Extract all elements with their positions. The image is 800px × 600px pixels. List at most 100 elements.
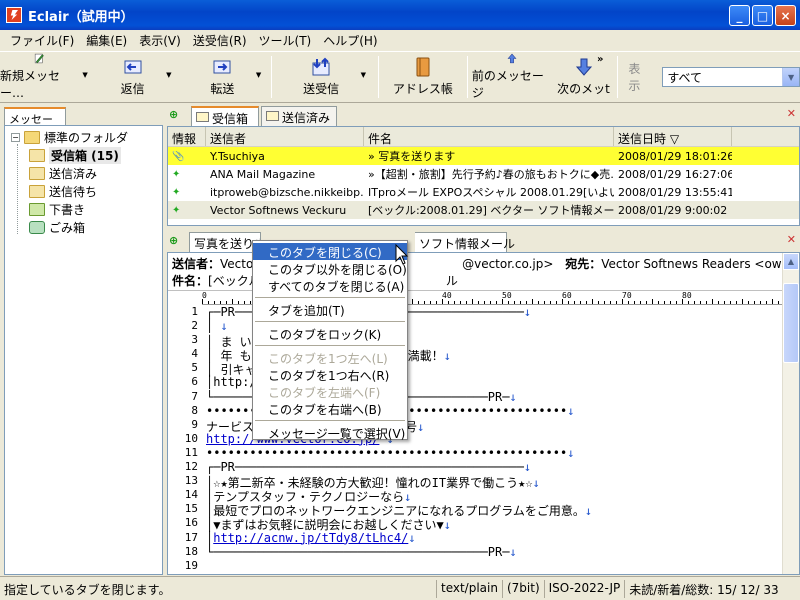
context-menu-item[interactable]: このタブを1つ右へ(R) xyxy=(253,366,407,383)
folder-tree: − 標準のフォルダ 受信箱 (15) 送信済み 送信待ち 下書き ごみ箱 xyxy=(4,125,163,575)
ruler-tick xyxy=(586,301,587,304)
folder-inbox[interactable]: 受信箱 (15) xyxy=(29,146,121,164)
close-tab-icon[interactable]: ✕ xyxy=(787,233,796,246)
folder-trash[interactable]: ごみ箱 xyxy=(29,218,85,236)
folder-drafts[interactable]: 下書き xyxy=(29,200,85,218)
chevron-down-icon[interactable]: ▼ xyxy=(782,68,800,86)
close-button[interactable]: × xyxy=(775,5,796,26)
next-message-button[interactable]: 次のメッt xyxy=(552,53,616,101)
column-subject[interactable]: 件名 xyxy=(364,127,614,146)
row-sender: Y.Tsuchiya xyxy=(210,149,265,163)
status-bar: 指定しているタブを閉じます。 text/plain (7bit) ISO-202… xyxy=(0,576,800,600)
sender-email: @vector.co.jp> xyxy=(462,257,554,271)
line-text: │http://acnw.jp/tTdy8/tLhc4/↓ xyxy=(206,530,416,545)
dropdown-arrow-icon[interactable]: ▼ xyxy=(166,71,171,79)
context-menu-item[interactable]: タブを追加(T) xyxy=(253,301,407,318)
tab-sent[interactable]: 送信済み xyxy=(261,106,337,126)
context-menu-item[interactable]: このタブを閉じる(C) xyxy=(253,243,407,260)
context-menu-item[interactable]: このタブを右端へ(B) xyxy=(253,400,407,417)
scroll-thumb[interactable] xyxy=(783,283,799,363)
envelope-icon xyxy=(266,111,279,121)
tab-context-menu: このタブを閉じる(C) このタブ以外を閉じる(O) すべてのタブを閉じる(A) タブを… xyxy=(252,240,408,441)
ruler-tick xyxy=(748,301,749,304)
column-sender[interactable]: 送信者 xyxy=(206,127,364,146)
menu-separator xyxy=(255,321,405,322)
ruler-tick xyxy=(436,301,437,304)
trash-icon xyxy=(29,220,45,234)
maximize-button[interactable]: □ xyxy=(752,5,773,26)
message-list-header: 情報 送信者 件名 送信日時 ▽ xyxy=(168,127,799,147)
context-menu-item[interactable]: メッセージ一覧で選択(V) xyxy=(253,424,407,441)
line-number: 13 xyxy=(184,474,198,488)
context-menu-item[interactable]: すべてのタブを閉じる(A) xyxy=(253,277,407,294)
body-line: 18 └─────────────────────────────────────… xyxy=(168,545,799,559)
menu-separator xyxy=(255,420,405,421)
ruler-tick xyxy=(610,301,611,304)
view-filter-select[interactable]: すべて ▼ xyxy=(662,67,800,87)
line-number: 20 xyxy=(168,573,198,574)
view-filter-label: 表示 xyxy=(628,62,641,93)
prev-message-button[interactable]: 前のメッセージ xyxy=(472,53,552,101)
ruler-tick xyxy=(466,301,467,304)
new-tab-icon[interactable]: ⊕ xyxy=(169,108,183,122)
menu-separator xyxy=(255,345,405,346)
collapse-icon[interactable]: − xyxy=(11,132,20,142)
tab-photo-message[interactable]: 写真を送りま xyxy=(189,232,261,252)
ruler-tick xyxy=(544,301,545,304)
ruler-tick xyxy=(712,299,713,304)
tab-messages[interactable]: メッセージ xyxy=(4,107,66,142)
row-sender: Vector Softnews Veckuru xyxy=(210,203,347,217)
reply-button[interactable]: 返信 ▼ xyxy=(88,53,178,101)
table-row[interactable]: ✦ itproweb@bizsche.nikkeibp... ITproメール … xyxy=(168,183,799,201)
toolbar-separator xyxy=(378,56,380,98)
folder-sent[interactable]: 送信済み xyxy=(29,164,97,182)
ruler-tick xyxy=(232,299,233,304)
tab-inbox[interactable]: 受信箱 xyxy=(191,106,259,126)
tab-inbox-label: 受信箱 xyxy=(212,112,249,126)
ruler-tick xyxy=(742,299,743,304)
ruler-tick xyxy=(628,301,629,304)
line-number: 15 xyxy=(184,502,198,516)
column-date[interactable]: 送信日時 ▽ xyxy=(614,127,732,146)
menu-tools[interactable]: ツール(T) xyxy=(253,30,318,51)
menu-help[interactable]: ヘルプ(H) xyxy=(317,30,383,51)
menu-file[interactable]: ファイル(F) xyxy=(4,30,80,51)
folder-label: 送信済み xyxy=(49,166,98,181)
table-row[interactable]: ✦ Vector Softnews Veckuru [ベックル:2008.01.… xyxy=(168,201,799,219)
scroll-up-icon[interactable]: ▲ xyxy=(783,253,799,270)
envelope-icon xyxy=(196,112,209,122)
table-row[interactable]: 📎 Y.Tsuchiya » 写真を送ります 2008/01/29 18:01:… xyxy=(168,147,799,165)
send-receive-button[interactable]: 送受信 ▼ xyxy=(276,53,366,101)
ruler-tick xyxy=(424,301,425,304)
ruler-tick xyxy=(244,301,245,304)
app-icon xyxy=(6,7,22,23)
message-list: 情報 送信者 件名 送信日時 ▽ 📎 Y.Tsuchiya » 写真を送ります … xyxy=(167,126,800,226)
context-menu-item[interactable]: このタブ以外を閉じる(O) xyxy=(253,260,407,277)
table-row[interactable]: ✦ ANA Mail Magazine »【超割・旅割】先行予約♪春の旅もおトク… xyxy=(168,165,799,183)
tab-vector-message[interactable]: ソフト情報メール xyxy=(415,232,515,252)
close-tab-icon[interactable]: ✕ xyxy=(787,107,796,120)
dropdown-arrow-icon[interactable]: ▼ xyxy=(361,71,366,79)
menu-send-receive[interactable]: 送受信(R) xyxy=(187,30,253,51)
new-message-button[interactable]: 新規メッセー… ▼ xyxy=(0,53,88,101)
ruler-tick xyxy=(250,301,251,304)
view-filter-value: すべて xyxy=(667,70,703,85)
dropdown-arrow-icon[interactable]: ▼ xyxy=(256,71,261,79)
menu-view[interactable]: 表示(V) xyxy=(133,30,187,51)
context-menu-item[interactable]: このタブをロック(K) xyxy=(253,325,407,342)
ruler-tick xyxy=(208,301,209,304)
viewer-scrollbar[interactable]: ▲ xyxy=(782,253,799,574)
toolbar-overflow-icon[interactable]: » xyxy=(597,54,603,65)
tree-root[interactable]: − 標準のフォルダ xyxy=(11,128,128,146)
address-book-label: アドレス帳 xyxy=(392,82,453,96)
address-book-button[interactable]: アドレス帳 xyxy=(383,53,463,101)
minimize-button[interactable]: _ xyxy=(729,5,750,26)
ruler-tick xyxy=(604,301,605,304)
folder-outbox[interactable]: 送信待ち xyxy=(29,182,97,200)
new-tab-icon[interactable]: ⊕ xyxy=(169,234,183,248)
ruler-tick xyxy=(640,301,641,304)
forward-button[interactable]: 転送 ▼ xyxy=(178,53,268,101)
column-info[interactable]: 情報 xyxy=(168,127,206,146)
ruler-label: 80 xyxy=(682,291,692,300)
menu-edit[interactable]: 編集(E) xyxy=(80,30,133,51)
